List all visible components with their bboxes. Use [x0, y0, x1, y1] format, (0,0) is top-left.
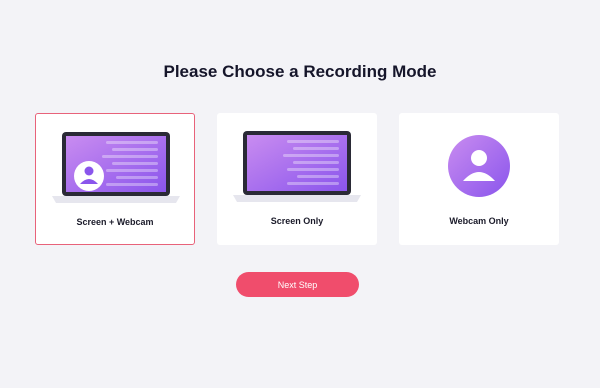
mode-label-webcam-only: Webcam Only — [449, 216, 509, 226]
page-title: Please Choose a Recording Mode — [163, 62, 437, 81]
laptop-webcam-icon — [52, 132, 180, 203]
mode-label-screen-webcam: Screen + Webcam — [76, 217, 154, 227]
next-step-button[interactable]: Next Step — [236, 272, 359, 297]
mode-card-webcam-only[interactable]: Webcam Only — [399, 113, 559, 245]
mode-label-screen-only: Screen Only — [270, 216, 324, 226]
recording-mode-page: Please Choose a Recording Mode Screen + … — [0, 0, 600, 388]
mode-options: Screen + Webcam Screen Only Webcam Only — [35, 113, 560, 245]
mode-card-screen-only[interactable]: Screen Only — [217, 113, 377, 245]
user-avatar-icon — [448, 135, 510, 197]
laptop-icon — [233, 131, 361, 202]
mode-card-screen-webcam[interactable]: Screen + Webcam — [35, 113, 195, 245]
